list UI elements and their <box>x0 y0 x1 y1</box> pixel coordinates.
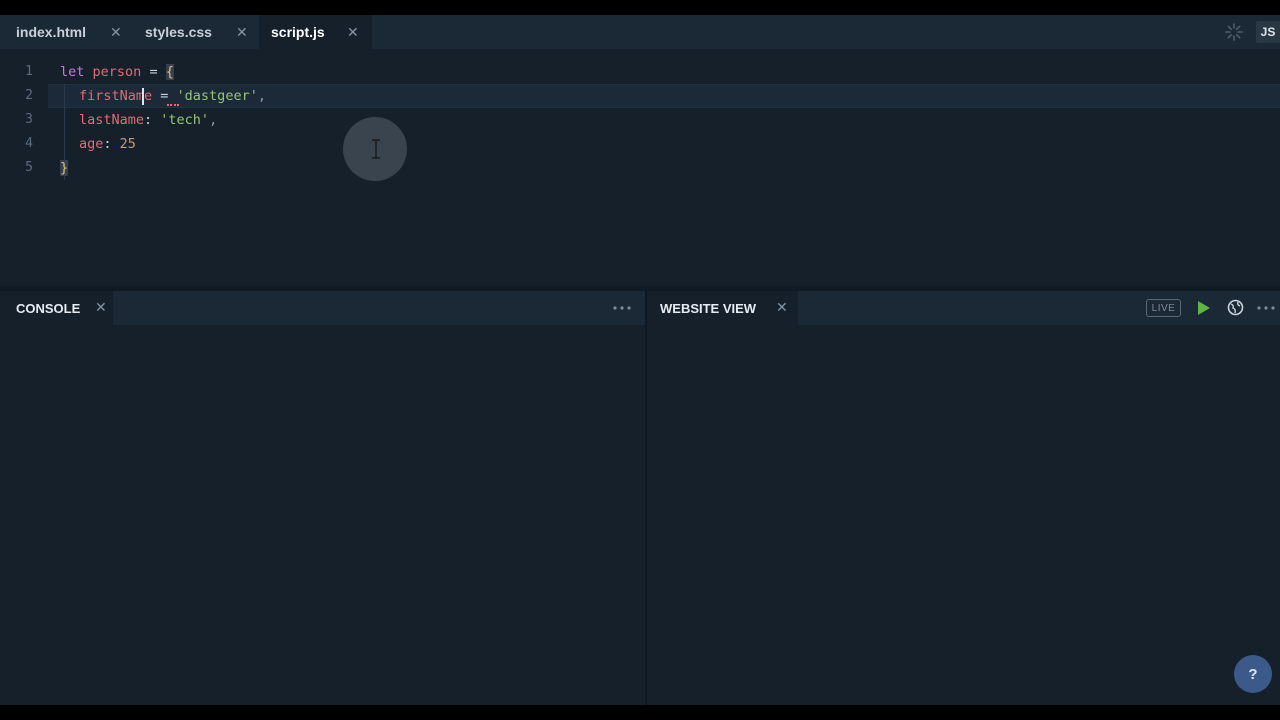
more-options-icon[interactable] <box>613 306 631 310</box>
line-number-gutter: 1 2 3 4 5 <box>0 49 48 286</box>
code-line-1[interactable]: let person = { <box>60 60 174 84</box>
line-number: 4 <box>25 136 33 151</box>
code-editor[interactable]: 1 2 3 4 5 let person = { firstName = 'da… <box>0 49 1280 286</box>
operator-token: : <box>103 136 120 152</box>
ibeam-cursor-icon <box>372 139 380 159</box>
punctuation-token: , <box>257 88 266 104</box>
website-view-title: WEBSITE VIEW <box>660 300 757 316</box>
keyword-token: let <box>60 64 85 80</box>
tab-bar-spacer <box>372 15 1207 49</box>
console-output[interactable] <box>0 325 645 705</box>
website-view-header: WEBSITE VIEW ✕ LIVE <box>647 291 1280 325</box>
string-token: 'dastgeer' <box>176 88 258 104</box>
code-line-4[interactable]: age: 25 <box>79 132 136 156</box>
operator-token: : <box>144 112 161 128</box>
console-header: CONSOLE ✕ <box>0 291 645 325</box>
top-letterbox <box>0 0 1280 15</box>
globe-icon[interactable] <box>1227 299 1244 316</box>
line-number: 5 <box>25 160 33 175</box>
brace-token: { <box>165 64 174 80</box>
tab-script-js[interactable]: script.js ✕ <box>259 15 372 49</box>
text-cursor <box>142 88 144 105</box>
more-options-icon[interactable] <box>1257 306 1275 310</box>
bottom-letterbox <box>0 705 1280 720</box>
code-line-5[interactable]: } <box>60 156 69 180</box>
code-line-3[interactable]: lastName: 'tech', <box>79 108 217 132</box>
punctuation-token: , <box>209 112 218 128</box>
editor-tab-bar: index.html ✕ styles.css ✕ script.js ✕ JS <box>0 15 1280 49</box>
line-number: 1 <box>25 64 33 79</box>
tab-index-html[interactable]: index.html ✕ <box>0 15 133 49</box>
tab-styles-css[interactable]: styles.css ✕ <box>133 15 259 49</box>
number-token: 25 <box>119 136 136 152</box>
property-token: lastName <box>79 112 145 128</box>
property-token: age <box>79 136 104 152</box>
tab-label: script.js <box>271 24 325 40</box>
help-button[interactable]: ? <box>1234 655 1272 693</box>
brace-token: } <box>60 160 69 176</box>
close-icon[interactable]: ✕ <box>236 24 248 41</box>
loading-spinner-icon <box>1225 23 1243 41</box>
identifier-token: person <box>92 64 142 80</box>
live-toggle-button[interactable]: LIVE <box>1146 299 1181 317</box>
line-number: 2 <box>25 88 33 103</box>
close-icon[interactable]: ✕ <box>347 24 359 41</box>
line-number: 3 <box>25 112 33 127</box>
close-icon[interactable]: ✕ <box>110 24 122 41</box>
operator-token: = <box>152 88 177 104</box>
close-icon[interactable]: ✕ <box>776 299 788 316</box>
play-icon[interactable] <box>1197 300 1211 316</box>
string-token: 'tech' <box>160 112 210 128</box>
console-title: CONSOLE <box>16 300 81 316</box>
error-squiggle <box>167 103 179 106</box>
tab-label: styles.css <box>145 24 212 40</box>
close-icon[interactable]: ✕ <box>95 299 107 316</box>
language-badge[interactable]: JS <box>1256 21 1280 43</box>
website-preview[interactable] <box>647 325 1280 705</box>
operator-token: = <box>141 64 166 80</box>
tab-label: index.html <box>16 24 87 40</box>
